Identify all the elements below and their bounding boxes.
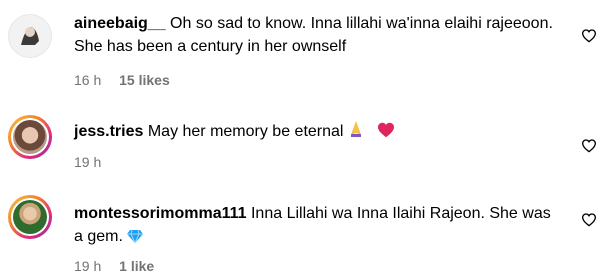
avatar[interactable] (8, 195, 52, 239)
like-count[interactable]: 1 like (119, 258, 154, 274)
like-count[interactable]: 15 likes (119, 72, 170, 88)
avatar-story-ring (11, 198, 49, 236)
comment-meta: 19 h (74, 154, 115, 170)
comment-body: montessorimomma111 Inna Lillahi wa Inna … (74, 202, 555, 248)
comment-meta: 19 h 1 like (74, 258, 168, 274)
avatar-photo (13, 120, 47, 154)
timestamp[interactable]: 19 h (74, 258, 101, 274)
comment-text: May her memory be eternal (143, 123, 348, 140)
red-heart-icon (378, 122, 395, 138)
comment-item: aineebaig__ Oh so sad to know. Inna lill… (0, 0, 611, 96)
username[interactable]: aineebaig__ (74, 15, 166, 32)
praying-hands-icon (350, 121, 361, 137)
timestamp[interactable]: 19 h (74, 154, 101, 170)
avatar-story-ring (11, 118, 49, 156)
username[interactable]: jess.tries (74, 123, 143, 140)
like-heart-icon[interactable] (581, 212, 597, 228)
username[interactable]: montessorimomma111 (74, 205, 247, 222)
comment-body: jess.tries May her memory be eternal (74, 120, 555, 143)
comment-item: jess.tries May her memory be eternal 19 … (0, 108, 611, 178)
comment-body: aineebaig__ Oh so sad to know. Inna lill… (74, 12, 555, 58)
comment-meta: 16 h 15 likes (74, 72, 184, 88)
avatar[interactable] (8, 115, 52, 159)
like-heart-icon[interactable] (581, 138, 597, 154)
avatar[interactable] (8, 14, 52, 58)
avatar-photo (13, 200, 47, 234)
avatar-default-icon (21, 27, 39, 45)
like-heart-icon[interactable] (581, 28, 597, 44)
comment-item: montessorimomma111 Inna Lillahi wa Inna … (0, 188, 611, 276)
timestamp[interactable]: 16 h (74, 72, 101, 88)
gem-icon (127, 229, 144, 243)
